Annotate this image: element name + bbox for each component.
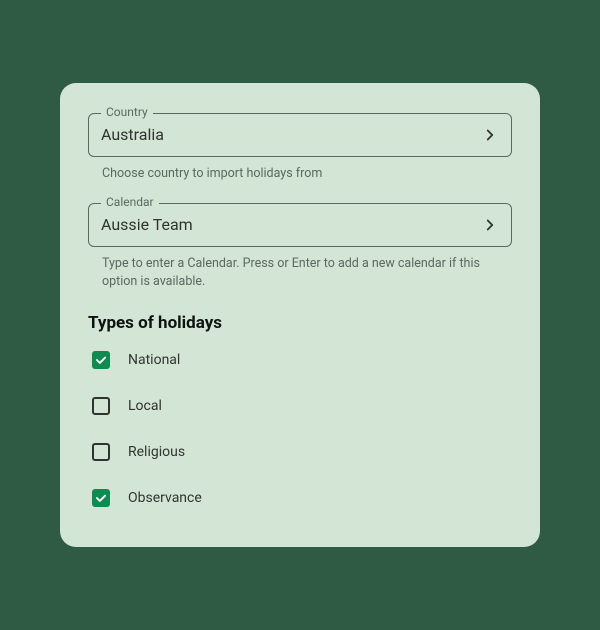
holiday-type-label: Observance bbox=[128, 490, 202, 506]
holiday-type-checkbox[interactable] bbox=[92, 397, 110, 415]
country-field-wrap: Country Australia Choose country to impo… bbox=[88, 113, 512, 199]
holiday-type-row: Local bbox=[92, 397, 512, 415]
holiday-type-row: National bbox=[92, 351, 512, 369]
holiday-type-row: Observance bbox=[92, 489, 512, 507]
holiday-type-label: Religious bbox=[128, 444, 185, 460]
chevron-right-icon bbox=[481, 216, 499, 234]
calendar-field-wrap: Calendar Aussie Team Type to enter a Cal… bbox=[88, 203, 512, 307]
import-holidays-card: Country Australia Choose country to impo… bbox=[60, 83, 540, 547]
country-helper: Choose country to import holidays from bbox=[88, 157, 512, 199]
country-select[interactable]: Country Australia bbox=[88, 113, 512, 157]
holiday-type-row: Religious bbox=[92, 443, 512, 461]
calendar-helper: Type to enter a Calendar. Press or Enter… bbox=[88, 247, 512, 307]
calendar-value: Aussie Team bbox=[101, 215, 481, 234]
chevron-right-icon bbox=[481, 126, 499, 144]
holiday-type-label: National bbox=[128, 352, 180, 368]
country-value: Australia bbox=[101, 125, 481, 144]
calendar-label: Calendar bbox=[101, 195, 159, 209]
types-heading: Types of holidays bbox=[88, 313, 512, 333]
holiday-type-checkbox[interactable] bbox=[92, 443, 110, 461]
country-label: Country bbox=[101, 105, 153, 119]
holiday-type-label: Local bbox=[128, 398, 162, 414]
holiday-type-checkbox[interactable] bbox=[92, 489, 110, 507]
holiday-type-checkbox[interactable] bbox=[92, 351, 110, 369]
holiday-types-list: National Local Religious Observance bbox=[88, 351, 512, 507]
calendar-select[interactable]: Calendar Aussie Team bbox=[88, 203, 512, 247]
